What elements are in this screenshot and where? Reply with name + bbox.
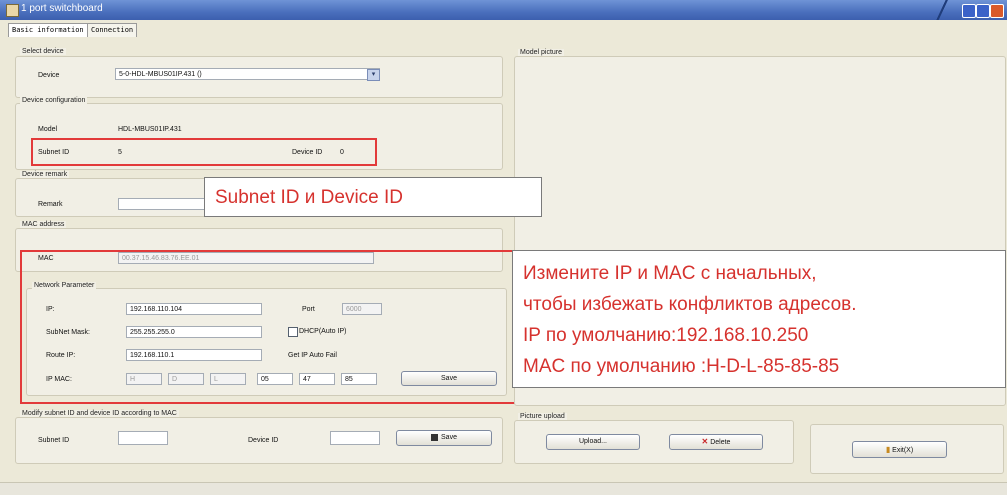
modify-save-button[interactable]: Save <box>396 430 492 446</box>
exit-button[interactable]: ▮ Exit(X) <box>852 441 947 458</box>
modify-device-id-input[interactable] <box>330 431 380 445</box>
ip-mac-annotation-line-4: MAC по умолчанию :H-D-L-85-85-85 <box>523 356 840 377</box>
modify-subnet-id-input[interactable] <box>118 431 168 445</box>
picture-upload-group-label: Picture upload <box>518 413 567 420</box>
subnet-device-annotation-text: Subnet ID и Device ID <box>215 187 404 208</box>
mac-address-group-label: MAC address <box>20 221 67 228</box>
tab-connection[interactable]: Connection <box>87 23 138 37</box>
modify-by-mac-group-label: Modify subnet ID and device ID according… <box>20 410 179 417</box>
remark-label: Remark <box>38 201 63 208</box>
device-configuration-group-label: Device configuration <box>20 97 88 104</box>
device-select[interactable]: 5-0-HDL-MBUS01IP.431 () <box>115 68 380 80</box>
minimize-icon[interactable] <box>962 4 976 18</box>
subnet-device-highlight <box>31 138 377 166</box>
model-label: Model <box>38 126 58 133</box>
ip-mac-annotation-line-2: чтобы избежать конфликтов адресов. <box>523 294 857 315</box>
ip-mac-annotation-line-1: Измените IP и MAC с начальных, <box>523 263 817 284</box>
tab-strip <box>0 20 1007 36</box>
model-value: HDL-MBUS01IP.431 <box>118 126 182 133</box>
window-title: 1 port switchboard <box>21 3 103 14</box>
subnet-device-annotation: Subnet ID и Device ID <box>204 177 542 217</box>
close-icon[interactable] <box>990 4 1004 18</box>
model-picture-group-label: Model picture <box>518 49 565 56</box>
modify-subnet-id-label: Subnet ID <box>38 437 70 444</box>
status-bar <box>0 482 1007 495</box>
device-remark-group-label: Device remark <box>20 171 70 178</box>
remark-input[interactable] <box>118 198 208 210</box>
select-device-group-label: Select device <box>20 48 66 55</box>
title-bar <box>0 0 1007 20</box>
slash-mark-icon <box>935 0 949 20</box>
floppy-disk-icon <box>431 433 439 441</box>
network-highlight <box>20 250 517 404</box>
device-label: Device <box>38 72 60 79</box>
app-icon <box>6 4 19 17</box>
delete-x-icon: ✕ <box>701 437 709 446</box>
delete-button[interactable]: ✕ Delete <box>669 434 763 450</box>
tab-basic-information[interactable]: Basic information <box>8 23 88 37</box>
ip-mac-annotation: Измените IP и MAC с начальных, чтобы изб… <box>512 250 1006 388</box>
maximize-icon[interactable] <box>976 4 990 18</box>
chevron-down-icon[interactable]: ▾ <box>367 69 380 81</box>
upload-button[interactable]: Upload... <box>546 434 640 450</box>
modify-device-id-label: Device ID <box>248 437 279 444</box>
ip-mac-annotation-line-3: IP по умолчанию:192.168.10.250 <box>523 325 809 346</box>
exit-door-icon: ▮ <box>885 445 891 454</box>
